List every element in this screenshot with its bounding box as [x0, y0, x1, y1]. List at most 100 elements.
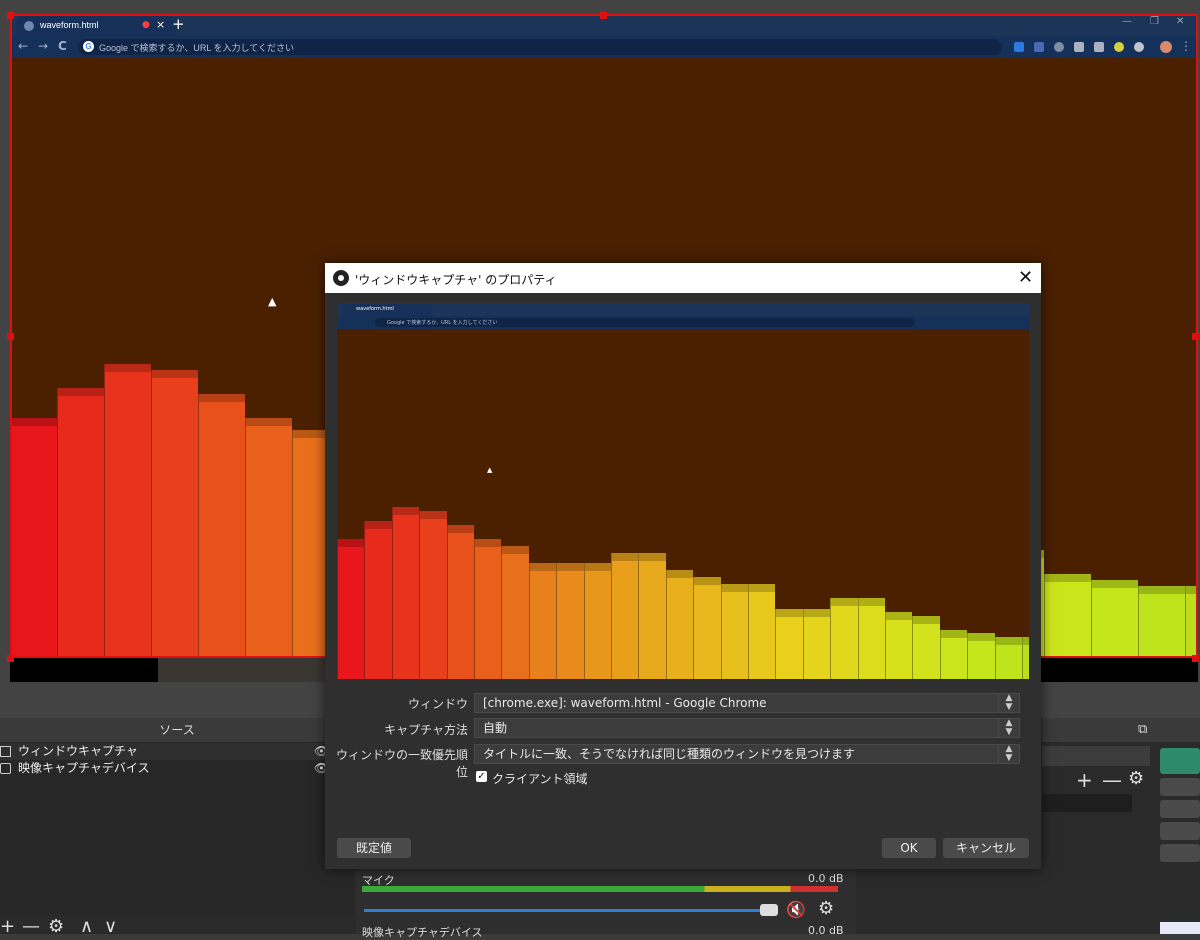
waveform-bar: [104, 364, 151, 658]
mini-toolbar: Google で検索するか、URL を入力してください: [337, 316, 1029, 329]
waveform-bar: [474, 539, 502, 679]
close-tab-icon[interactable]: ×: [156, 18, 165, 31]
waveform-bar: [1022, 637, 1029, 679]
dialog-title-bar: 'ウィンドウキャプチャ' のプロパティ ✕: [325, 263, 1041, 293]
waveform-bar-peak: [338, 539, 365, 547]
sources-list[interactable]: ウィンドウキャプチャ 👁 映像キャプチャデバイス 👁: [0, 742, 354, 914]
new-tab-button[interactable]: +: [172, 15, 185, 33]
waveform-bar-peak: [612, 553, 639, 561]
window-match-priority-select[interactable]: タイトルに一致、そうでなければ同じ種類のウィンドウを見つけます ▲ ▼: [474, 744, 1020, 764]
control-button[interactable]: [1160, 822, 1200, 840]
waveform-bar: [528, 563, 557, 679]
resize-handle[interactable]: [7, 12, 14, 19]
resize-handle[interactable]: [7, 333, 14, 340]
cancel-button[interactable]: キャンセル: [943, 838, 1029, 858]
waveform-bar-peak: [392, 507, 420, 515]
waveform-bar: [830, 598, 858, 679]
omnibox[interactable]: G Google で検索するか、URL を入力してください: [78, 39, 1002, 55]
waveform-bar: [967, 633, 995, 679]
control-button[interactable]: [1160, 778, 1200, 796]
right-dock: ⧉ + — ⚙: [1042, 718, 1200, 934]
volume-slider-knob[interactable]: [760, 904, 778, 916]
start-button[interactable]: [1160, 748, 1200, 774]
waveform-bar-peak: [502, 546, 529, 554]
field-label: ウィンドウの一致優先順位: [335, 748, 468, 779]
extension-icon[interactable]: [1054, 42, 1064, 52]
audio-mixer: マイク 0.0 dB 🔇 ⚙ 映像キャプチャデバイス 0.0 dB: [356, 864, 856, 939]
mute-icon[interactable]: 🔇: [786, 900, 806, 919]
waveform-bar: [720, 584, 748, 679]
resize-handle[interactable]: [1192, 655, 1199, 662]
waveform-bar-peak: [447, 525, 474, 533]
volume-slider[interactable]: [364, 909, 768, 912]
recording-dot-icon: ●: [142, 20, 150, 30]
settings-icon[interactable]: ⚙: [1128, 768, 1144, 789]
back-icon[interactable]: ←: [18, 39, 28, 53]
spin-icon[interactable]: ▲ ▼: [998, 719, 1019, 737]
waveform-bar-peak: [886, 612, 913, 620]
control-button[interactable]: [1160, 800, 1200, 818]
waveform-bar: [857, 598, 885, 679]
minimize-icon[interactable]: —: [1122, 16, 1132, 27]
add-icon[interactable]: +: [1076, 768, 1093, 792]
close-icon[interactable]: ✕: [1018, 267, 1033, 288]
chrome-tab[interactable]: waveform.html ● ×: [16, 16, 176, 36]
control-button[interactable]: [1160, 844, 1200, 862]
waveform-bar-peak: [995, 637, 1022, 645]
reload-icon[interactable]: C: [58, 39, 67, 53]
spin-icon[interactable]: ▲ ▼: [998, 694, 1019, 712]
waveform-bar: [556, 563, 584, 679]
restore-icon[interactable]: ❐: [1150, 16, 1159, 27]
channel-db: 0.0 dB: [808, 924, 844, 937]
client-area-label: クライアント領域: [492, 772, 588, 786]
waveform-bar-peak: [475, 539, 502, 547]
resize-handle[interactable]: [1192, 333, 1199, 340]
extension-icon[interactable]: [1094, 42, 1104, 52]
ok-button[interactable]: OK: [882, 838, 936, 858]
extension-icon[interactable]: [1074, 42, 1084, 52]
waveform-bar: [912, 616, 940, 679]
waveform-bar-peak: [420, 511, 447, 519]
waveform-bar-peak: [246, 418, 292, 426]
capture-method-select[interactable]: 自動 ▲ ▼: [474, 718, 1020, 738]
avatar[interactable]: [1160, 41, 1172, 53]
forward-icon[interactable]: →: [38, 39, 48, 53]
waveform-bar: [391, 507, 420, 679]
resize-handle[interactable]: [600, 12, 607, 19]
resize-handle[interactable]: [7, 655, 14, 662]
waveform-bar-peak: [365, 521, 392, 529]
waveform-bar: [337, 539, 365, 679]
close-window-icon[interactable]: ✕: [1176, 16, 1184, 27]
extension-icon[interactable]: [1134, 42, 1144, 52]
client-area-checkbox[interactable]: ✓: [476, 771, 487, 782]
window-match-priority-value: タイトルに一致、そうでなければ同じ種類のウィンドウを見つけます: [483, 747, 856, 761]
window-select[interactable]: [chrome.exe]: waveform.html - Google Chr…: [474, 693, 1020, 713]
waveform-bar-peak: [1139, 586, 1185, 594]
waveform-bar-peak: [639, 553, 666, 561]
waveform-bar-peak: [968, 633, 995, 641]
defaults-button[interactable]: 既定値: [337, 838, 411, 858]
field-label: ウィンドウ: [407, 697, 468, 711]
waveform-bar: [501, 546, 529, 679]
extension-icon[interactable]: [1034, 42, 1044, 52]
waveform-bar: [748, 584, 776, 679]
waveform-bar: [364, 521, 392, 679]
waveform-bar: [198, 394, 245, 658]
list-item[interactable]: 映像キャプチャデバイス 👁: [0, 760, 354, 777]
list-item[interactable]: ウィンドウキャプチャ 👁: [0, 743, 354, 760]
google-icon: G: [83, 41, 94, 52]
spin-icon[interactable]: ▲ ▼: [998, 745, 1019, 763]
dock-dropdown[interactable]: [1042, 746, 1150, 766]
float-dock-icon[interactable]: ⧉: [1138, 722, 1147, 737]
menu-icon[interactable]: ⋮: [1180, 39, 1192, 53]
extension-icon[interactable]: [1014, 42, 1024, 52]
field-label: キャプチャ方法: [384, 723, 468, 737]
waveform-bar: [939, 630, 968, 679]
mixer-settings-icon[interactable]: ⚙: [818, 898, 834, 919]
waveform-bar: [1138, 586, 1185, 658]
remove-icon[interactable]: —: [1102, 768, 1122, 792]
extension-icon[interactable]: [1114, 42, 1124, 52]
waveform-bar: [638, 553, 666, 679]
waveform-bar-peak: [666, 570, 694, 578]
dock-field[interactable]: [1042, 794, 1132, 812]
